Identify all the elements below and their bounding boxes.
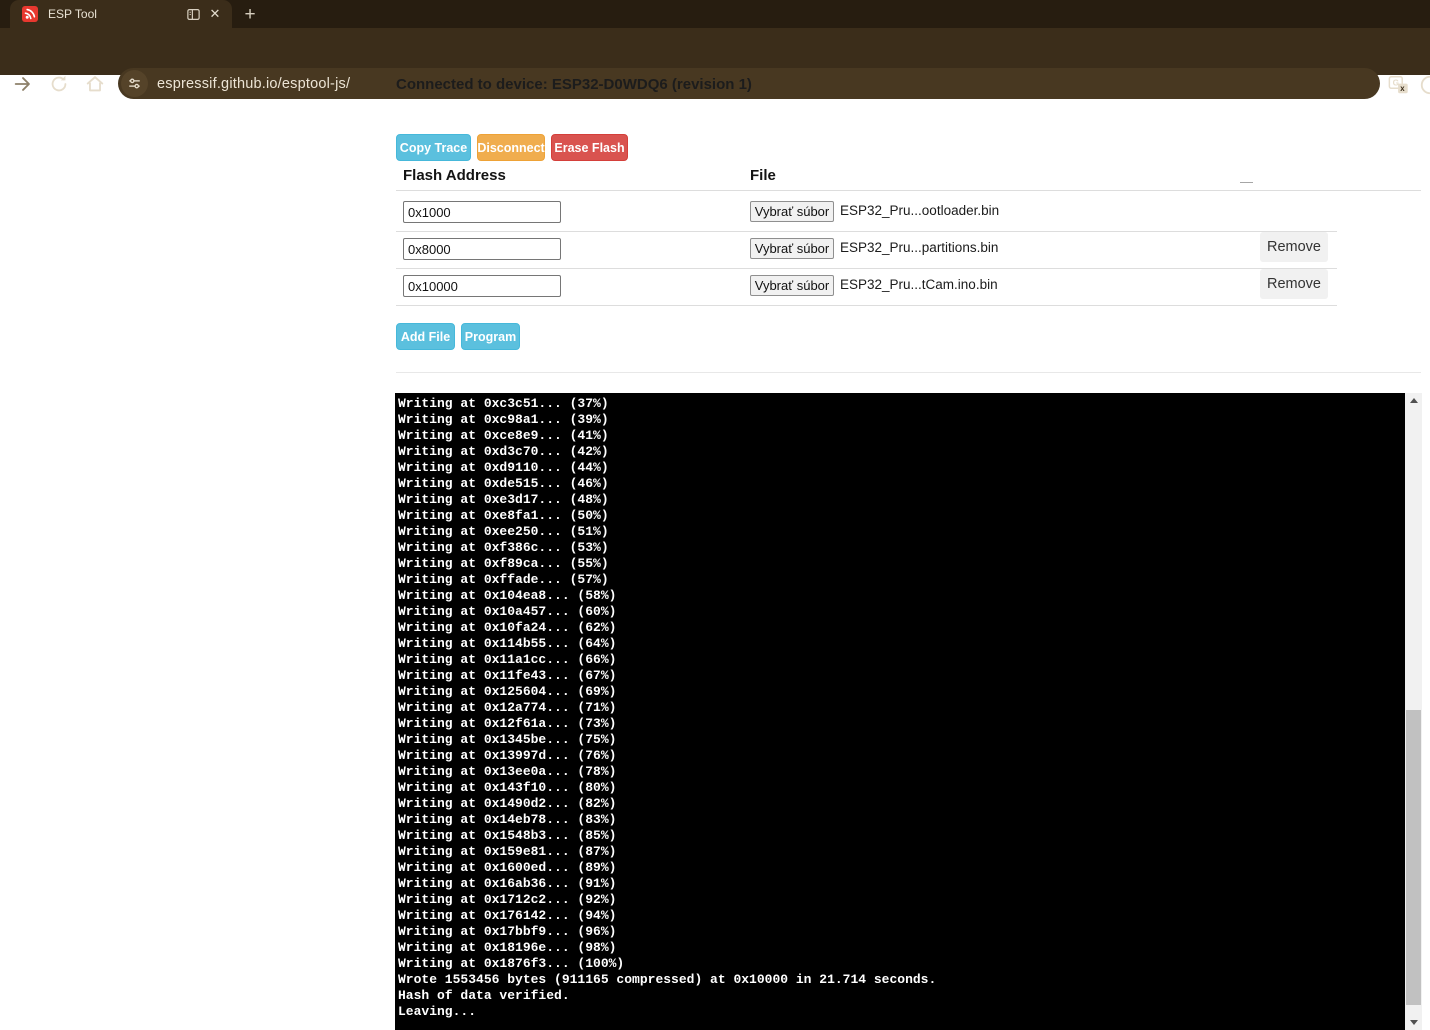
terminal-line: Writing at 0x10a457... (60%) [398,604,1405,620]
profile-avatar-icon[interactable] [1419,74,1430,96]
terminal-line: Writing at 0xde515... (46%) [398,476,1405,492]
terminal-line: Writing at 0xd3c70... (42%) [398,444,1405,460]
terminal-line: Writing at 0x13ee0a... (78%) [398,764,1405,780]
terminal-line: Writing at 0x10fa24... (62%) [398,620,1405,636]
choose-file-button-2[interactable]: Vybrať súbor [750,238,834,259]
terminal-line: Writing at 0xee250... (51%) [398,524,1405,540]
terminal-line: Writing at 0x143f10... (80%) [398,780,1405,796]
terminal-line: Writing at 0x1490d2... (82%) [398,796,1405,812]
terminal-line: Writing at 0x159e81... (87%) [398,844,1405,860]
table-row-divider [396,305,1337,306]
terminal-line: Writing at 0x104ea8... (58%) [398,588,1405,604]
scrollbar-thumb[interactable] [1406,710,1421,1005]
terminal-line: Writing at 0x125604... (69%) [398,684,1405,700]
connected-device-status: Connected to device: ESP32-D0WDQ6 (revis… [396,76,752,93]
terminal-line: Writing at 0x17bbf9... (96%) [398,924,1405,940]
url-text[interactable]: espressif.github.io/esptool-js/ [157,76,350,92]
terminal-line: Writing at 0x12f61a... (73%) [398,716,1405,732]
svg-text:x: x [1400,84,1405,93]
reload-icon[interactable] [48,73,70,95]
choose-file-button-1[interactable]: Vybrať súbor [750,201,834,222]
terminal-line: Writing at 0x1345be... (75%) [398,732,1405,748]
terminal-line: Hash of data verified. [398,988,1405,1004]
svg-text:G: G [1393,79,1399,88]
terminal-line: Writing at 0xc98a1... (39%) [398,412,1405,428]
actions-header-dash: — [1240,174,1253,189]
program-button[interactable]: Program [461,323,520,350]
terminal-line: Writing at 0x11a1cc... (66%) [398,652,1405,668]
table-row-divider [396,268,1337,269]
flash-address-input-1[interactable] [403,201,561,223]
terminal-line: Writing at 0x1600ed... (89%) [398,860,1405,876]
terminal-line: Writing at 0x16ab36... (91%) [398,876,1405,892]
disconnect-button[interactable]: Disconnect [477,134,545,161]
terminal-line: Wrote 1553456 bytes (911165 compressed) … [398,972,1405,988]
flash-address-input-3[interactable] [403,275,561,297]
tab-title: ESP Tool [48,7,180,21]
flash-address-input-2[interactable] [403,238,561,260]
browser-toolbar: espressif.github.io/esptool-js/ G x [0,28,1430,75]
terminal-line: Writing at 0x1712c2... (92%) [398,892,1405,908]
site-settings-icon[interactable] [121,70,148,97]
terminal-line: Writing at 0xd9110... (44%) [398,460,1405,476]
terminal-line: Writing at 0xe3d17... (48%) [398,492,1405,508]
terminal-line: Writing at 0xffade... (57%) [398,572,1405,588]
terminal-line: Writing at 0xf89ca... (55%) [398,556,1405,572]
terminal-line: Leaving... [398,1004,1405,1020]
file-header: File [750,167,776,184]
table-header-divider [396,190,1421,191]
table-row-divider [396,231,1337,232]
file-name-1: ESP32_Pru...ootloader.bin [840,203,999,218]
file-name-3: ESP32_Pru...tCam.ino.bin [840,277,998,292]
terminal-line: Writing at 0x1876f3... (100%) [398,956,1405,972]
add-file-button[interactable]: Add File [396,323,455,350]
terminal-line: Writing at 0x114b55... (64%) [398,636,1405,652]
new-tab-button[interactable]: + [238,3,262,27]
scrollbar-up-icon[interactable] [1405,393,1422,408]
scrollbar-down-icon[interactable] [1405,1015,1422,1030]
translate-icon[interactable]: G x [1388,74,1410,96]
copy-trace-button[interactable]: Copy Trace [396,134,471,161]
remove-file-button-2[interactable]: Remove [1260,232,1328,262]
terminal-line: Writing at 0x12a774... (71%) [398,700,1405,716]
flash-address-header: Flash Address [403,167,506,184]
erase-flash-button[interactable]: Erase Flash [551,134,628,161]
terminal-line: Writing at 0xc3c51... (37%) [398,396,1405,412]
terminal-line: Writing at 0x18196e... (98%) [398,940,1405,956]
terminal-line: Writing at 0x14eb78... (83%) [398,812,1405,828]
terminal-line: Writing at 0x13997d... (76%) [398,748,1405,764]
tab-organize-icon[interactable] [184,5,202,23]
tab-strip: ESP Tool ✕ + [0,0,1430,28]
tab-close-icon[interactable]: ✕ [206,5,224,23]
tab-esp-tool[interactable]: ESP Tool ✕ [10,0,232,28]
file-name-2: ESP32_Pru...partitions.bin [840,240,998,255]
terminal-line: Writing at 0xf386c... (53%) [398,540,1405,556]
browser-window: ESP Tool ✕ + [0,0,1430,1030]
terminal-line: Writing at 0x176142... (94%) [398,908,1405,924]
terminal-line: Writing at 0x11fe43... (67%) [398,668,1405,684]
choose-file-button-3[interactable]: Vybrať súbor [750,275,834,296]
remove-file-button-3[interactable]: Remove [1260,269,1328,299]
home-icon[interactable] [84,73,106,95]
terminal-line: Writing at 0xce8e9... (41%) [398,428,1405,444]
section-divider [396,372,1421,373]
forward-arrow-icon[interactable] [12,73,34,95]
terminal-line: Writing at 0x1548b3... (85%) [398,828,1405,844]
terminal-output: Writing at 0xc3c51... (37%)Writing at 0x… [395,393,1405,1030]
espressif-favicon-icon [22,6,38,22]
terminal-scrollbar[interactable] [1405,393,1422,1030]
terminal-line: Writing at 0xe8fa1... (50%) [398,508,1405,524]
